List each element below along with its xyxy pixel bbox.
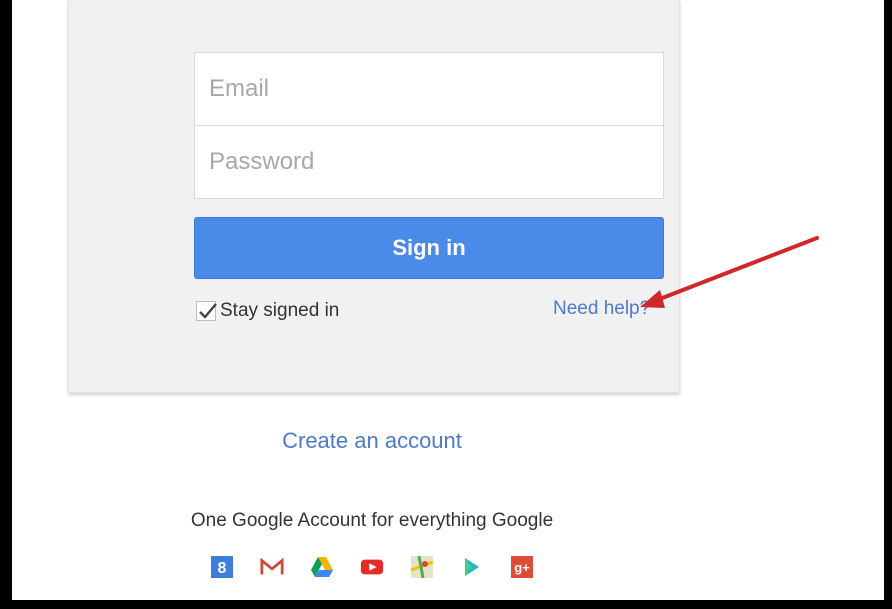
google-maps-icon[interactable] xyxy=(410,555,434,579)
google-play-icon[interactable] xyxy=(460,555,484,579)
product-icons: 8 g+ xyxy=(192,552,552,582)
login-card: Sign in Stay signed in Need help? xyxy=(68,0,680,393)
password-field[interactable] xyxy=(194,126,664,199)
svg-text:g+: g+ xyxy=(514,560,530,575)
gmail-icon[interactable] xyxy=(260,555,284,579)
svg-text:8: 8 xyxy=(218,560,227,577)
sign-in-button[interactable]: Sign in xyxy=(194,217,664,279)
stay-signed-in-label: Stay signed in xyxy=(220,300,340,321)
tagline: One Google Account for everything Google xyxy=(190,510,554,531)
create-account-link[interactable]: Create an account xyxy=(12,428,732,454)
stay-signed-in[interactable]: Stay signed in xyxy=(196,296,339,326)
credentials-fields xyxy=(194,52,664,199)
page: Sign in Stay signed in Need help? Create… xyxy=(12,0,884,600)
annotation-arrow-icon xyxy=(640,236,819,308)
google-plus-icon[interactable]: g+ xyxy=(510,555,534,579)
email-field[interactable] xyxy=(194,52,664,126)
stay-signed-in-checkbox[interactable] xyxy=(196,301,217,321)
checkmark-icon xyxy=(199,303,217,319)
google-drive-icon[interactable] xyxy=(310,555,334,579)
youtube-icon[interactable] xyxy=(360,555,384,579)
google-search-icon[interactable]: 8 xyxy=(210,555,234,579)
